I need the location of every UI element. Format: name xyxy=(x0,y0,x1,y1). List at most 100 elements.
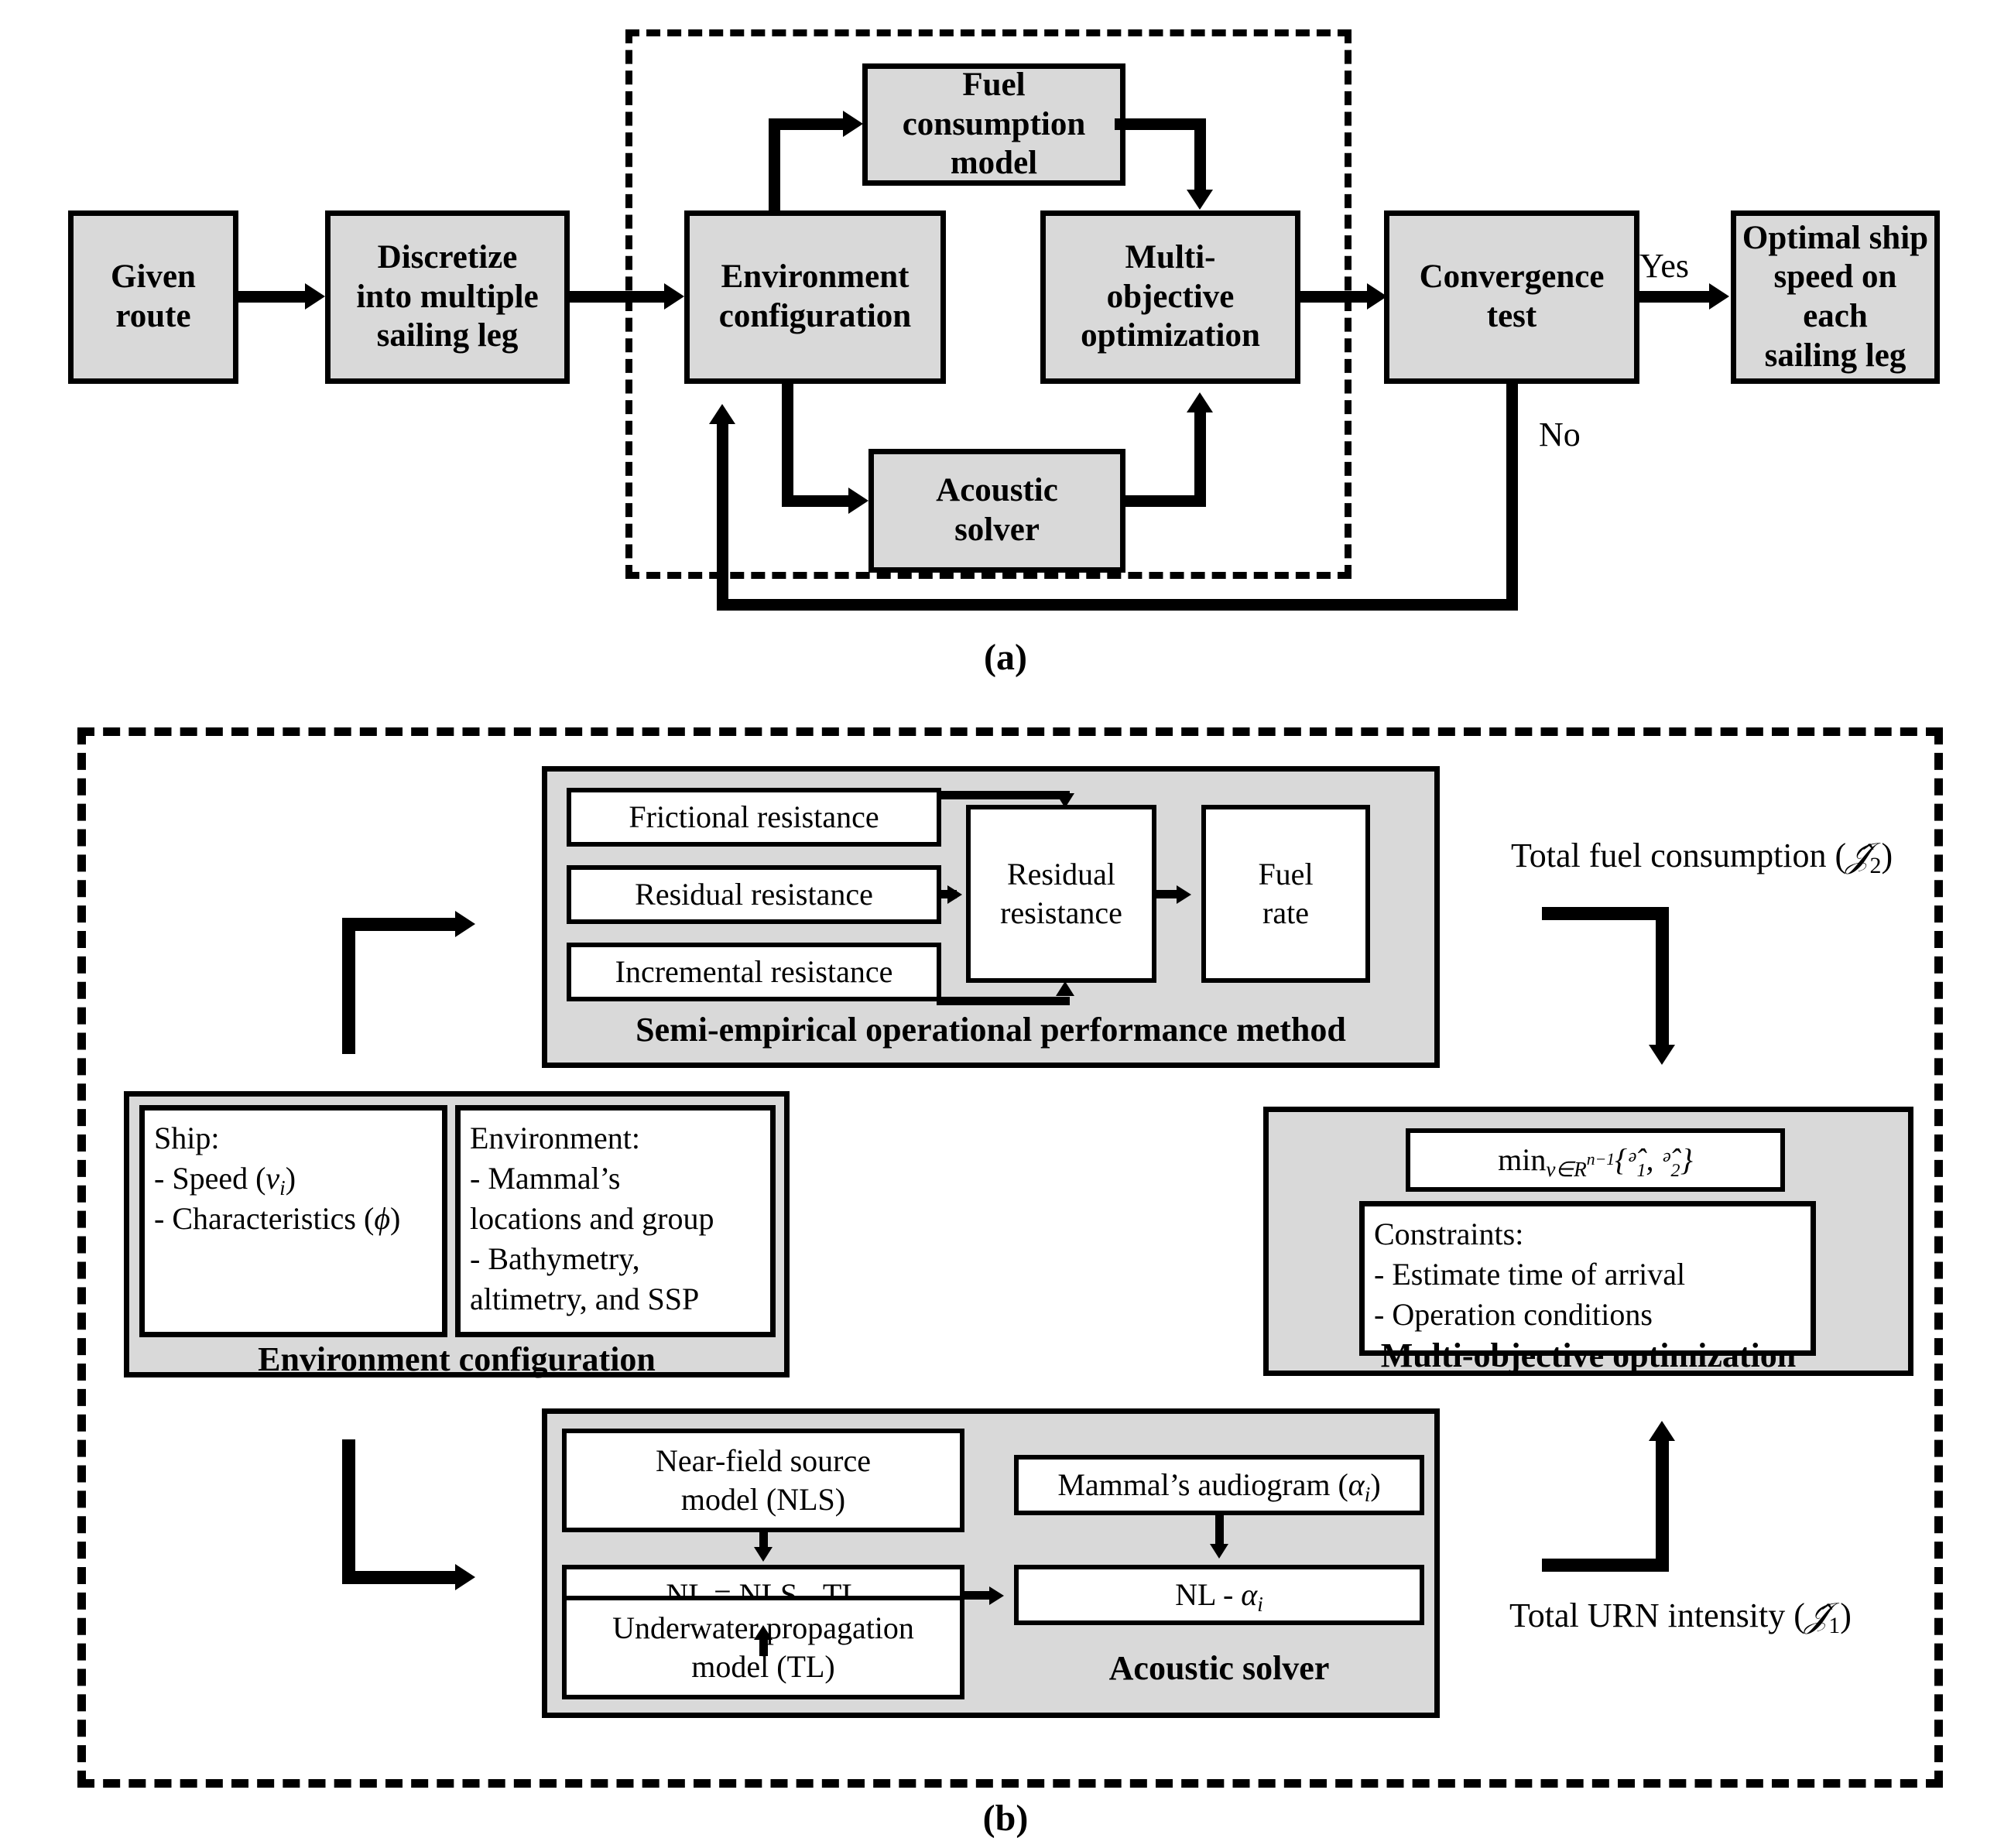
audiogram-pre: Mammal’s audiogram ( xyxy=(1057,1467,1348,1503)
total-fuel-sym: 𝒥̂ xyxy=(1846,837,1870,874)
edge-convergence-no-vertical xyxy=(1506,378,1518,611)
edge-env-to-fuel-vertical xyxy=(769,125,780,216)
box-multi-objective-optimization-label: Multi- objective optimization xyxy=(1081,238,1260,354)
box-environment-configuration: Environment configuration xyxy=(684,210,946,384)
box-acoustic-solver: Acoustic solver xyxy=(868,449,1125,573)
box-optimal-ship-speed-label: Optimal ship speed on each sailing leg xyxy=(1742,219,1929,374)
box-objective-function: minv∈Rn−1{ᵊ̂₁, ᵊ̂₂} xyxy=(1406,1128,1785,1192)
edge-incremental-to-aggregate-h xyxy=(937,997,1070,1005)
edge-tl-to-nl-arrowhead xyxy=(754,1625,773,1640)
box-given-route: Given route xyxy=(68,210,238,384)
box-convergence-test-label: Convergence test xyxy=(1419,258,1605,334)
edge-env-to-acoustic-vertical xyxy=(782,378,793,507)
box-near-field-source-model-label: Near-field source model (NLS) xyxy=(656,1443,871,1517)
edge-label-yes: Yes xyxy=(1639,247,1690,285)
edge-entry-acoustic-h xyxy=(342,1571,455,1584)
total-urn-sub: 1 xyxy=(1828,1613,1841,1639)
edge-urn-output-h xyxy=(1542,1559,1669,1572)
group-semi-empirical-title: Semi-empirical operational performance m… xyxy=(636,1011,1346,1049)
box-residual-resistance-input-label: Residual resistance xyxy=(635,877,873,912)
ship-char-pre: - Characteristics ( xyxy=(154,1201,375,1236)
ship-char-post: ) xyxy=(390,1201,401,1236)
box-fuel-consumption-model: Fuel consumption model xyxy=(862,63,1125,186)
edge-tl-to-nl-v xyxy=(759,1639,768,1656)
edge-discretize-to-env-arrowhead xyxy=(664,283,684,310)
box-constraints: Constraints: - Estimate time of arrival … xyxy=(1359,1201,1816,1356)
box-mammal-audiogram: Mammal’s audiogram (αi) xyxy=(1014,1455,1424,1515)
panel-a-caption: (a) xyxy=(984,637,1027,678)
edge-label-no: No xyxy=(1539,416,1581,453)
edge-entry-semiempirical-arrowhead xyxy=(455,911,475,937)
objective-min-text: min xyxy=(1498,1142,1547,1178)
box-incremental-resistance-label: Incremental resistance xyxy=(615,954,893,990)
audiogram-sub: i xyxy=(1364,1483,1371,1507)
total-urn-pre: Total URN intensity ( xyxy=(1509,1596,1805,1634)
edge-no-return-arrowhead xyxy=(709,404,735,424)
box-frictional-resistance: Frictional resistance xyxy=(567,788,941,847)
box-mammal-audiogram-label: Mammal’s audiogram (αi) xyxy=(1057,1466,1381,1507)
environment-heading: Environment: xyxy=(470,1121,640,1155)
box-given-route-label: Given route xyxy=(111,258,196,334)
edge-entry-semiempirical-h xyxy=(342,918,455,931)
audiogram-var: α xyxy=(1348,1467,1365,1503)
label-total-urn-intensity: Total URN intensity (𝒥̂1) xyxy=(1509,1596,1852,1639)
edge-fuel-output-h xyxy=(1542,907,1669,920)
nl-alpha-sub: i xyxy=(1257,1593,1263,1617)
box-fuel-rate: Fuel rate xyxy=(1201,805,1370,983)
box-environment-parameters: Environment: - Mammal’s locations and gr… xyxy=(455,1105,776,1337)
environment-line-1: - Mammal’s xyxy=(470,1161,621,1196)
ship-heading: Ship: xyxy=(154,1121,220,1155)
group-environment-configuration-title: Environment configuration xyxy=(258,1340,656,1378)
box-fuel-rate-label: Fuel rate xyxy=(1258,857,1314,930)
edge-acoustic-to-mo-horizontal xyxy=(1121,495,1206,507)
box-fuel-consumption-model-label: Fuel consumption model xyxy=(902,66,1086,182)
total-fuel-post: ) xyxy=(1881,837,1893,874)
edge-discretize-to-env xyxy=(570,291,664,303)
edge-incremental-to-aggregate-arrowhead xyxy=(1056,981,1074,996)
edge-audiogram-to-nlalpha-v xyxy=(1215,1515,1224,1546)
objective-sup-text: n−1 xyxy=(1586,1149,1615,1169)
edge-convergence-yes-arrowhead xyxy=(1709,283,1729,310)
constraint-1: - Estimate time of arrival xyxy=(1374,1257,1686,1292)
environment-line-2: locations and group xyxy=(470,1201,714,1236)
box-residual-resistance-input: Residual resistance xyxy=(567,865,941,924)
box-near-field-source-model: Near-field source model (NLS) xyxy=(562,1429,964,1532)
box-environment-configuration-label: Environment configuration xyxy=(718,258,912,334)
edge-aggregate-to-fuelrate-h xyxy=(1156,890,1178,898)
box-nl-minus-alpha-label: NL - αi xyxy=(1175,1576,1263,1617)
ship-speed-pre: - Speed ( xyxy=(154,1161,266,1196)
nl-alpha-var: α xyxy=(1241,1577,1258,1613)
label-total-fuel-consumption: Total fuel consumption (𝒥̂2) xyxy=(1511,836,1893,879)
total-fuel-pre: Total fuel consumption ( xyxy=(1511,837,1847,874)
constraint-2: - Operation conditions xyxy=(1374,1297,1653,1332)
edge-fuel-output-v xyxy=(1656,907,1669,1046)
edge-residual-to-aggregate-arrowhead xyxy=(947,885,962,904)
edge-fuel-to-mo-vertical xyxy=(1194,118,1206,190)
audiogram-post: ) xyxy=(1370,1467,1381,1503)
group-acoustic-solver-title: Acoustic solver xyxy=(1108,1649,1330,1687)
box-convergence-test: Convergence test xyxy=(1384,210,1639,384)
edge-mo-to-convergence xyxy=(1300,291,1367,303)
total-urn-post: ) xyxy=(1840,1596,1852,1634)
environment-line-4: altimetry, and SSP xyxy=(470,1282,700,1316)
edge-acoustic-to-mo-arrowhead xyxy=(1187,392,1213,412)
ship-speed-sub: i xyxy=(279,1176,286,1199)
box-objective-function-label: minv∈Rn−1{ᵊ̂₁, ᵊ̂₂} xyxy=(1498,1141,1693,1181)
edge-frictional-to-aggregate-h xyxy=(937,791,1070,799)
edge-nl-to-nlalpha-arrowhead xyxy=(989,1586,1004,1605)
edge-env-to-acoustic-horizontal xyxy=(782,495,848,507)
box-discretize: Discretize into multiple sailing leg xyxy=(325,210,570,384)
box-residual-resistance-aggregate-label: Residual resistance xyxy=(1000,857,1122,930)
box-ship-parameters: Ship: - Speed (vi) - Characteristics (ϕ) xyxy=(139,1105,447,1337)
edge-fuel-to-mo-arrowhead xyxy=(1187,190,1213,210)
panel-b-caption: (b) xyxy=(982,1798,1029,1839)
total-urn-sym: 𝒥̂ xyxy=(1804,1596,1829,1634)
edge-urn-output-v xyxy=(1656,1441,1669,1565)
edge-route-to-discretize xyxy=(238,291,305,303)
box-acoustic-solver-label: Acoustic solver xyxy=(936,472,1058,548)
total-fuel-sub: 2 xyxy=(1869,853,1882,879)
edge-aggregate-to-fuelrate-arrowhead xyxy=(1177,885,1191,904)
box-incremental-resistance: Incremental resistance xyxy=(567,943,941,1001)
ship-char-var: ϕ xyxy=(374,1201,391,1236)
edge-incremental-to-aggregate-v xyxy=(1061,997,1070,1003)
